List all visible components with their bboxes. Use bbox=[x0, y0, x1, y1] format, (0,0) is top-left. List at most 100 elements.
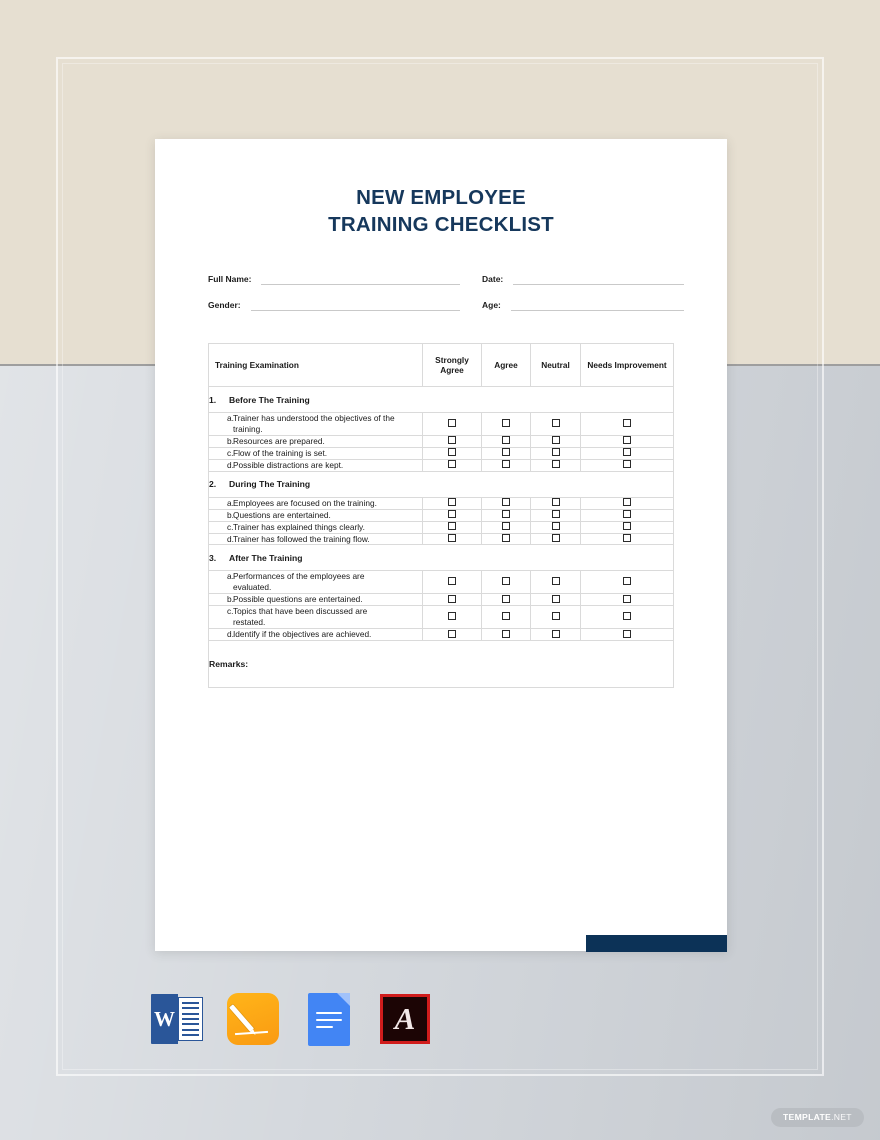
checkbox-strongly-agree-s1-i3[interactable] bbox=[448, 448, 456, 457]
checkbox-cell-neutral[interactable] bbox=[530, 446, 581, 460]
checkbox-needs-improvement-s3-i2[interactable] bbox=[623, 594, 631, 603]
checkbox-cell-agree[interactable] bbox=[481, 570, 531, 595]
checkbox-agree-s1-i1[interactable] bbox=[502, 418, 510, 427]
checkbox-needs-improvement-s1-i3[interactable] bbox=[623, 448, 631, 457]
checkbox-cell-agree[interactable] bbox=[481, 458, 531, 472]
date-input[interactable] bbox=[513, 271, 684, 285]
checkbox-strongly-agree-s1-i1[interactable] bbox=[448, 418, 456, 427]
checkbox-needs-improvement-s2-i2[interactable] bbox=[623, 510, 631, 519]
checkbox-neutral-s2-i3[interactable] bbox=[551, 522, 560, 531]
checkbox-cell-strongly-agree[interactable] bbox=[422, 496, 482, 510]
checkbox-cell-strongly-agree[interactable] bbox=[422, 508, 482, 522]
checkbox-needs-improvement-s2-i1[interactable] bbox=[623, 498, 631, 507]
checkbox-cell-agree[interactable] bbox=[481, 496, 531, 510]
checkbox-cell-neutral[interactable] bbox=[530, 458, 581, 472]
checkbox-cell-needs-improvement[interactable] bbox=[580, 570, 674, 595]
checkbox-neutral-s2-i4[interactable] bbox=[551, 533, 560, 542]
checkbox-cell-needs-improvement[interactable] bbox=[580, 412, 674, 436]
checkbox-neutral-s3-i1[interactable] bbox=[551, 577, 560, 586]
checkbox-cell-agree[interactable] bbox=[481, 605, 531, 630]
checkbox-cell-strongly-agree[interactable] bbox=[422, 605, 482, 630]
checkbox-cell-strongly-agree[interactable] bbox=[422, 520, 482, 534]
microsoft-word-icon[interactable]: W bbox=[148, 990, 206, 1048]
checkbox-neutral-s1-i3[interactable] bbox=[551, 448, 560, 457]
checkbox-cell-neutral[interactable] bbox=[530, 605, 581, 630]
checkbox-cell-strongly-agree[interactable] bbox=[422, 412, 482, 436]
checkbox-neutral-s3-i3[interactable] bbox=[551, 612, 560, 621]
checkbox-cell-neutral[interactable] bbox=[530, 532, 581, 546]
checkbox-agree-s3-i2[interactable] bbox=[502, 594, 510, 603]
gender-input[interactable] bbox=[250, 297, 460, 311]
checkbox-agree-s1-i3[interactable] bbox=[502, 448, 510, 457]
checkbox-strongly-agree-s2-i4[interactable] bbox=[448, 533, 456, 542]
checkbox-agree-s2-i1[interactable] bbox=[502, 498, 510, 507]
checkbox-cell-neutral[interactable] bbox=[530, 496, 581, 510]
remarks-row[interactable]: Remarks: bbox=[208, 640, 674, 689]
checkbox-cell-neutral[interactable] bbox=[530, 570, 581, 595]
checkbox-neutral-s1-i1[interactable] bbox=[551, 418, 560, 427]
checkbox-cell-strongly-agree[interactable] bbox=[422, 628, 482, 642]
checkbox-cell-agree[interactable] bbox=[481, 520, 531, 534]
checkbox-strongly-agree-s2-i2[interactable] bbox=[448, 510, 456, 519]
checkbox-needs-improvement-s1-i1[interactable] bbox=[623, 418, 631, 427]
checkbox-agree-s1-i4[interactable] bbox=[502, 460, 510, 469]
checkbox-agree-s2-i3[interactable] bbox=[502, 522, 510, 531]
checkbox-cell-needs-improvement[interactable] bbox=[580, 628, 674, 642]
checkbox-strongly-agree-s1-i4[interactable] bbox=[448, 460, 456, 469]
adobe-pdf-icon[interactable]: A bbox=[376, 990, 434, 1048]
checkbox-cell-agree[interactable] bbox=[481, 434, 531, 448]
checkbox-agree-s3-i1[interactable] bbox=[502, 577, 510, 586]
checkbox-strongly-agree-s2-i1[interactable] bbox=[448, 498, 456, 507]
checkbox-cell-needs-improvement[interactable] bbox=[580, 593, 674, 607]
checkbox-cell-agree[interactable] bbox=[481, 532, 531, 546]
checkbox-neutral-s3-i2[interactable] bbox=[551, 594, 560, 603]
checkbox-agree-s2-i4[interactable] bbox=[502, 533, 510, 542]
checkbox-cell-agree[interactable] bbox=[481, 628, 531, 642]
checkbox-strongly-agree-s3-i3[interactable] bbox=[448, 612, 456, 621]
checkbox-cell-agree[interactable] bbox=[481, 508, 531, 522]
checkbox-cell-needs-improvement[interactable] bbox=[580, 458, 674, 472]
remarks-cell[interactable]: Remarks: bbox=[208, 640, 674, 689]
checkbox-neutral-s3-i4[interactable] bbox=[551, 629, 560, 638]
checkbox-cell-neutral[interactable] bbox=[530, 434, 581, 448]
checkbox-needs-improvement-s3-i4[interactable] bbox=[623, 629, 631, 638]
checkbox-cell-needs-improvement[interactable] bbox=[580, 520, 674, 534]
checkbox-cell-strongly-agree[interactable] bbox=[422, 593, 482, 607]
apple-pages-icon[interactable] bbox=[224, 990, 282, 1048]
checkbox-needs-improvement-s3-i3[interactable] bbox=[623, 612, 631, 621]
checkbox-cell-strongly-agree[interactable] bbox=[422, 570, 482, 595]
checkbox-strongly-agree-s2-i3[interactable] bbox=[448, 522, 456, 531]
checkbox-cell-needs-improvement[interactable] bbox=[580, 496, 674, 510]
checkbox-cell-strongly-agree[interactable] bbox=[422, 532, 482, 546]
checkbox-cell-strongly-agree[interactable] bbox=[422, 434, 482, 448]
age-input[interactable] bbox=[510, 297, 684, 311]
full-name-input[interactable] bbox=[261, 271, 460, 285]
checkbox-cell-neutral[interactable] bbox=[530, 520, 581, 534]
checkbox-cell-needs-improvement[interactable] bbox=[580, 605, 674, 630]
checkbox-cell-needs-improvement[interactable] bbox=[580, 446, 674, 460]
checkbox-neutral-s1-i2[interactable] bbox=[551, 436, 560, 445]
checkbox-neutral-s1-i4[interactable] bbox=[551, 460, 560, 469]
checkbox-cell-agree[interactable] bbox=[481, 446, 531, 460]
checkbox-neutral-s2-i1[interactable] bbox=[551, 498, 560, 507]
checkbox-cell-agree[interactable] bbox=[481, 593, 531, 607]
checkbox-cell-neutral[interactable] bbox=[530, 508, 581, 522]
checkbox-strongly-agree-s3-i2[interactable] bbox=[448, 594, 456, 603]
checkbox-cell-strongly-agree[interactable] bbox=[422, 458, 482, 472]
checkbox-needs-improvement-s1-i4[interactable] bbox=[623, 460, 631, 469]
checkbox-needs-improvement-s3-i1[interactable] bbox=[623, 577, 631, 586]
checkbox-cell-needs-improvement[interactable] bbox=[580, 434, 674, 448]
checkbox-cell-agree[interactable] bbox=[481, 412, 531, 436]
checkbox-agree-s2-i2[interactable] bbox=[502, 510, 510, 519]
checkbox-needs-improvement-s1-i2[interactable] bbox=[623, 436, 631, 445]
checkbox-cell-neutral[interactable] bbox=[530, 628, 581, 642]
checkbox-cell-strongly-agree[interactable] bbox=[422, 446, 482, 460]
checkbox-needs-improvement-s2-i4[interactable] bbox=[623, 533, 631, 542]
checkbox-agree-s1-i2[interactable] bbox=[502, 436, 510, 445]
checkbox-cell-neutral[interactable] bbox=[530, 593, 581, 607]
checkbox-neutral-s2-i2[interactable] bbox=[551, 510, 560, 519]
checkbox-cell-needs-improvement[interactable] bbox=[580, 532, 674, 546]
checkbox-strongly-agree-s3-i4[interactable] bbox=[448, 629, 456, 638]
checkbox-cell-neutral[interactable] bbox=[530, 412, 581, 436]
checkbox-strongly-agree-s3-i1[interactable] bbox=[448, 577, 456, 586]
